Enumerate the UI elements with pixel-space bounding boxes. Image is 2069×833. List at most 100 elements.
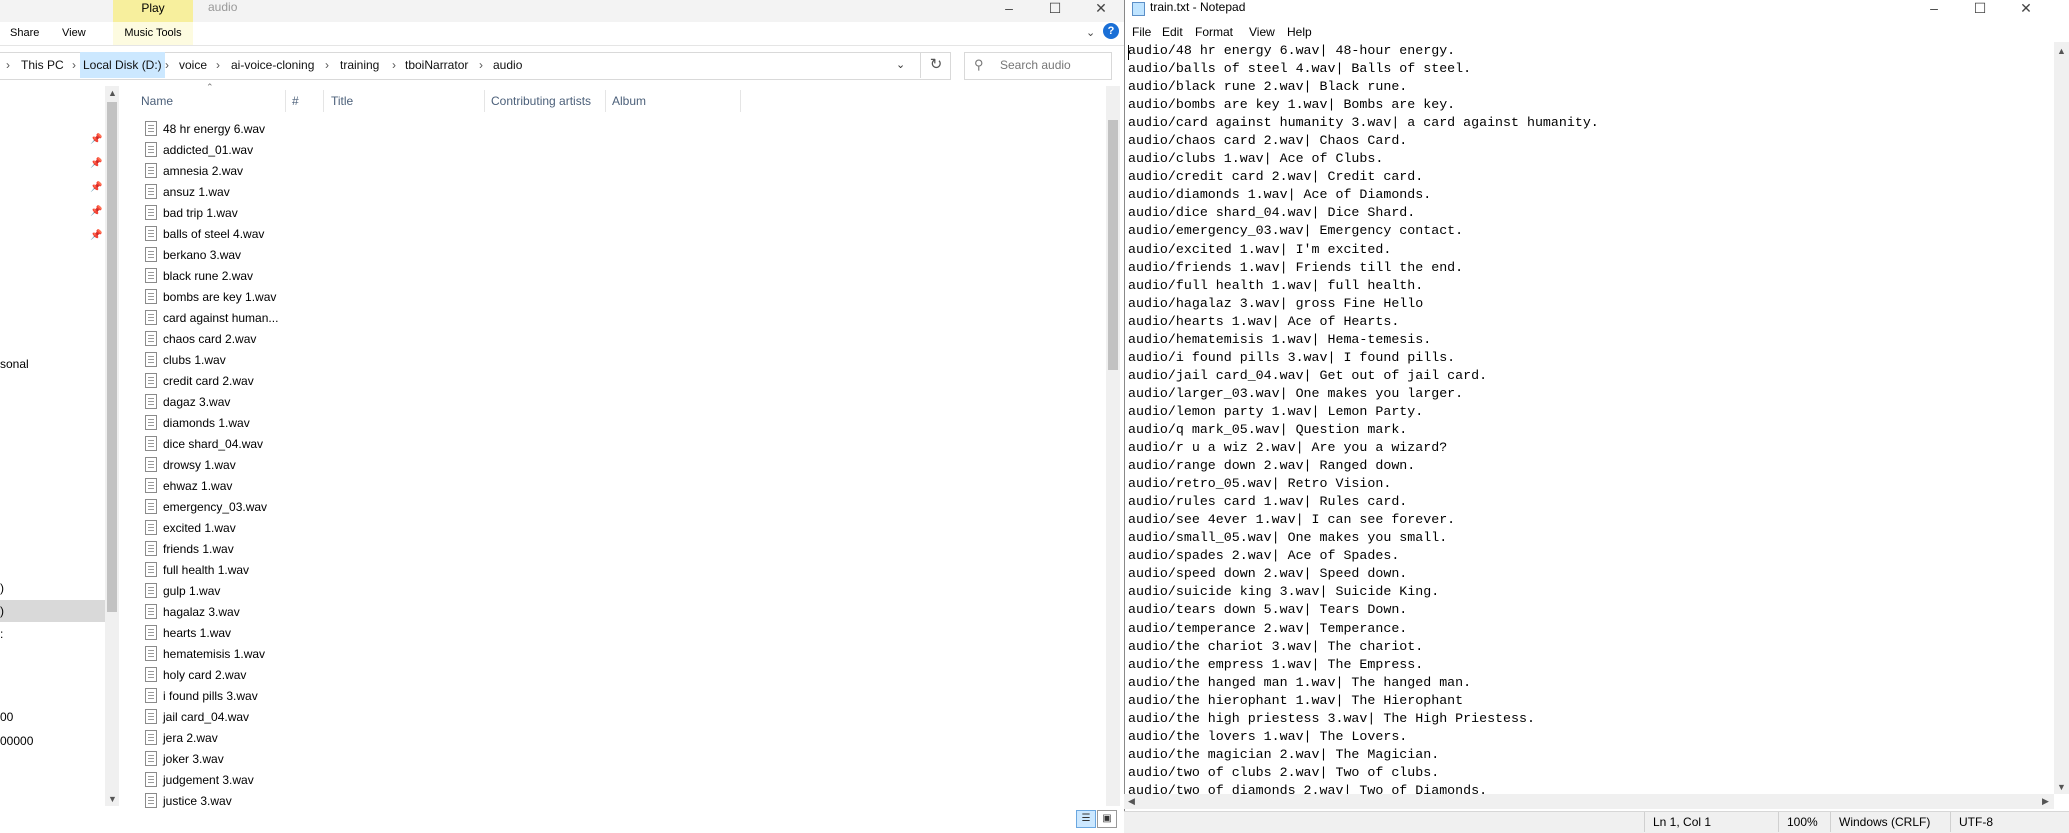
file-row[interactable]: friends 1.wav xyxy=(145,539,234,560)
context-tab-group-play[interactable]: Play xyxy=(113,0,193,22)
file-name: hearts 1.wav xyxy=(163,626,232,640)
file-row[interactable]: emergency_03.wav xyxy=(145,497,267,518)
file-row[interactable]: berkano 3.wav xyxy=(145,245,241,266)
file-row[interactable]: jera 2.wav xyxy=(145,728,218,749)
file-row[interactable]: justice 3.wav xyxy=(145,791,232,812)
file-row[interactable]: full health 1.wav xyxy=(145,560,249,581)
details-view-icon[interactable]: ☰ xyxy=(1076,810,1096,828)
minimize-button[interactable]: – xyxy=(986,0,1032,22)
notepad-close-button[interactable]: ✕ xyxy=(2003,0,2049,22)
file-row[interactable]: bombs are key 1.wav xyxy=(145,287,276,308)
nav-item[interactable]: : xyxy=(0,627,3,641)
column-header-name[interactable]: Name xyxy=(141,90,173,112)
file-row[interactable]: gulp 1.wav xyxy=(145,581,220,602)
nav-selected-row[interactable] xyxy=(0,600,105,622)
file-row[interactable]: bad trip 1.wav xyxy=(145,203,238,224)
notepad-minimize-button[interactable]: – xyxy=(1911,0,1957,22)
maximize-button[interactable]: ☐ xyxy=(1032,0,1078,22)
help-icon[interactable]: ? xyxy=(1103,23,1119,39)
scroll-left-icon[interactable]: ◀ xyxy=(1128,796,1135,807)
file-name: card against human... xyxy=(163,311,279,325)
file-row[interactable]: jail card_04.wav xyxy=(145,707,249,728)
scroll-down-icon[interactable]: ▼ xyxy=(108,794,117,804)
audio-file-icon xyxy=(145,709,157,725)
file-row[interactable]: holy card 2.wav xyxy=(145,665,246,686)
scroll-down-icon[interactable]: ▼ xyxy=(2057,782,2066,792)
file-row[interactable]: clubs 1.wav xyxy=(145,350,226,371)
scroll-right-icon[interactable]: ▶ xyxy=(2042,796,2049,807)
file-row[interactable]: dice shard_04.wav xyxy=(145,434,263,455)
menu-edit[interactable]: Edit xyxy=(1162,22,1183,42)
breadcrumb-audio[interactable]: audio xyxy=(493,52,522,78)
file-list-scrollbar-thumb[interactable] xyxy=(1108,120,1118,370)
file-row[interactable]: excited 1.wav xyxy=(145,518,236,539)
nav-item[interactable]: sonal xyxy=(0,357,29,371)
menu-format[interactable]: Format xyxy=(1195,22,1233,42)
column-header-album[interactable]: Album xyxy=(612,90,646,112)
notepad-maximize-button[interactable]: ☐ xyxy=(1957,0,2003,22)
notepad-horizontal-scrollbar[interactable] xyxy=(1124,794,2054,809)
menu-view[interactable]: View xyxy=(1249,22,1275,42)
column-divider[interactable] xyxy=(323,90,324,112)
file-row[interactable]: 48 hr energy 6.wav xyxy=(145,119,265,140)
file-row[interactable]: drowsy 1.wav xyxy=(145,455,236,476)
tab-share[interactable]: Share xyxy=(0,22,49,45)
breadcrumb-local-disk[interactable]: Local Disk (D:) xyxy=(80,52,165,78)
nav-scrollbar-thumb[interactable] xyxy=(107,102,117,612)
breadcrumb-tboinarrator[interactable]: tboiNarrator xyxy=(405,52,468,78)
nav-item[interactable]: ) xyxy=(0,604,4,618)
file-row[interactable]: hagalaz 3.wav xyxy=(145,602,240,623)
breadcrumb-ai-voice-cloning[interactable]: ai-voice-cloning xyxy=(231,52,314,78)
breadcrumb-training[interactable]: training xyxy=(340,52,379,78)
close-button[interactable]: ✕ xyxy=(1078,0,1124,22)
text-line: audio/48 hr energy 6.wav| 48-hour energy… xyxy=(1128,43,1456,58)
file-row[interactable]: ansuz 1.wav xyxy=(145,182,230,203)
file-row[interactable]: diamonds 1.wav xyxy=(145,413,250,434)
file-row[interactable]: joker 3.wav xyxy=(145,749,224,770)
nav-item[interactable]: 00000 xyxy=(0,734,33,748)
text-line: audio/full health 1.wav| full health. xyxy=(1128,277,1424,293)
tab-view[interactable]: View xyxy=(52,22,96,45)
file-row[interactable]: chaos card 2.wav xyxy=(145,329,256,350)
file-row[interactable]: hematemisis 1.wav xyxy=(145,644,265,665)
file-row[interactable]: i found pills 3.wav xyxy=(145,686,258,707)
column-divider[interactable] xyxy=(285,90,286,112)
breadcrumb-this-pc[interactable]: This PC xyxy=(21,52,64,78)
column-divider[interactable] xyxy=(740,90,741,112)
column-header-contributing-artists[interactable]: Contributing artists xyxy=(491,90,591,112)
column-header-title[interactable]: Title xyxy=(331,90,353,112)
file-row[interactable]: dagaz 3.wav xyxy=(145,392,230,413)
column-divider[interactable] xyxy=(605,90,606,112)
text-line: audio/q mark_05.wav| Question mark. xyxy=(1128,421,1408,437)
address-dropdown-chevron-icon[interactable]: ⌄ xyxy=(896,58,905,71)
scroll-up-icon[interactable]: ▲ xyxy=(108,88,117,98)
text-line: audio/retro_05.wav| Retro Vision. xyxy=(1128,476,1392,492)
menu-file[interactable]: File xyxy=(1132,22,1151,42)
nav-item[interactable]: 00 xyxy=(0,710,13,724)
file-row[interactable]: judgement 3.wav xyxy=(145,770,254,791)
file-name: holy card 2.wav xyxy=(163,668,247,682)
column-header-number[interactable]: # xyxy=(292,90,299,112)
search-input[interactable]: Search audio xyxy=(1000,52,1071,78)
file-row[interactable]: credit card 2.wav xyxy=(145,371,254,392)
refresh-icon[interactable]: ↻ xyxy=(920,52,951,78)
notepad-text-area[interactable]: audio/48 hr energy 6.wav| 48-hour energy… xyxy=(1128,42,2054,794)
file-name: i found pills 3.wav xyxy=(163,689,258,703)
file-row[interactable]: addicted_01.wav xyxy=(145,140,253,161)
nav-item[interactable]: ) xyxy=(0,581,4,595)
file-row[interactable]: ehwaz 1.wav xyxy=(145,476,232,497)
menu-help[interactable]: Help xyxy=(1287,22,1312,42)
file-row[interactable]: amnesia 2.wav xyxy=(145,161,243,182)
text-line: audio/two of clubs 2.wav| Two of clubs. xyxy=(1128,764,1440,780)
large-icons-view-icon[interactable]: ▣ xyxy=(1097,810,1117,828)
file-row[interactable]: hearts 1.wav xyxy=(145,623,231,644)
scroll-up-icon[interactable]: ▲ xyxy=(2057,46,2066,56)
column-divider[interactable] xyxy=(484,90,485,112)
file-row[interactable]: balls of steel 4.wav xyxy=(145,224,264,245)
chevron-down-icon[interactable]: ⌄ xyxy=(1086,26,1095,39)
tab-music-tools[interactable]: Music Tools xyxy=(113,22,193,45)
breadcrumb-voice[interactable]: voice xyxy=(179,52,207,78)
notepad-vertical-scrollbar[interactable] xyxy=(2054,42,2069,794)
file-row[interactable]: black rune 2.wav xyxy=(145,266,253,287)
file-row[interactable]: card against human... xyxy=(145,308,278,329)
